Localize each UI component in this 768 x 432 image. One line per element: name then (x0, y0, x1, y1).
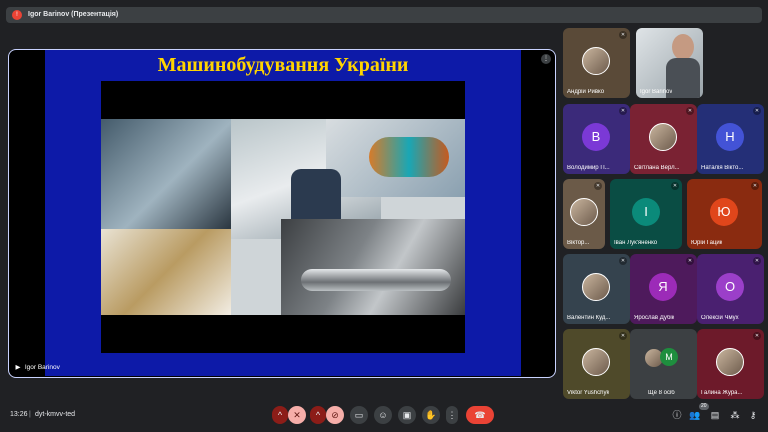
avatar: І (632, 198, 660, 226)
presentation-stage[interactable]: Машинобудування України ⋮ ▶ Igor Barinov (8, 49, 556, 378)
participant-name: Олексій Чмух (701, 315, 739, 321)
mic-off-icon: ✕ (753, 332, 761, 340)
mic-off-icon: ✕ (594, 182, 602, 190)
participant-tile[interactable]: Ю ✕ Юрій Гацик (687, 179, 762, 249)
participant-tile[interactable]: Я ✕ Ярослав Дубік (630, 254, 697, 324)
participant-tile[interactable]: ✕ Валентин Куд... (563, 254, 630, 324)
info-icon[interactable]: ⓘ (670, 408, 684, 422)
participant-name: Ярослав Дубік (634, 315, 675, 321)
participant-name: Галина Жура... (701, 390, 743, 396)
alert-icon: ! (12, 10, 22, 20)
mic-off-icon: ✕ (619, 332, 627, 340)
camera-off-icon[interactable]: ⊘ (326, 406, 344, 424)
participant-video-face (672, 34, 694, 60)
participant-tile[interactable]: О ✕ Олексій Чмух (697, 254, 764, 324)
presentation-title: Igor Barinov (Презентація) (28, 11, 119, 18)
participant-name: Світлана Верл... (634, 165, 680, 171)
mic-off-icon: ✕ (686, 257, 694, 265)
captions-icon[interactable]: ▭ (350, 406, 368, 424)
mic-off-icon: ✕ (751, 182, 759, 190)
participant-tile[interactable]: ✕ Світлана Верл... (630, 104, 697, 174)
parts-image (101, 229, 231, 315)
top-bar: ! Igor Barinov (Презентація) (0, 0, 768, 28)
avatar (582, 47, 610, 75)
participant-tile[interactable]: ✕ Андрій Ривко (563, 28, 630, 98)
activities-icon[interactable]: ⁂ (728, 408, 742, 422)
participant-tile[interactable]: В ✕ Володимир П... (563, 104, 630, 174)
more-vert-icon[interactable]: ⋮ (446, 406, 458, 424)
avatar (582, 273, 610, 301)
more-participants-tile[interactable]: M Ще 8 осіб (630, 329, 697, 399)
mic-off-icon[interactable]: ✕ (288, 406, 306, 424)
participant-name: Валентин Куд... (567, 315, 611, 321)
more-participants-label: Ще 8 осіб (648, 390, 675, 396)
participant-tile[interactable]: ✕ Віктор... (563, 179, 605, 249)
participant-name: Наталія Вікто... (701, 165, 744, 171)
clock: 13:26 (10, 411, 28, 418)
mic-off-icon: ✕ (686, 107, 694, 115)
avatar (716, 348, 744, 376)
bottom-bar: 13:26 | dyt-kmvv-ted ^ ✕ ^ ⊘ ▭ ☺ ▣ ✋ ⋮ ☎… (0, 400, 768, 432)
mic-options-button[interactable]: ^ (272, 406, 288, 424)
stage-options-icon[interactable]: ⋮ (541, 54, 551, 64)
slide-photo-frame (101, 81, 465, 353)
emoji-icon[interactable]: ☺ (374, 406, 392, 424)
participant-name: Viktor Yushchyk (567, 390, 610, 396)
slide: Машинобудування України (45, 50, 521, 376)
avatar: M (660, 348, 678, 366)
participant-name: Володимир П... (567, 165, 610, 171)
participant-name: Igor Barinov (640, 89, 673, 95)
participant-name: Віктор... (567, 240, 590, 246)
shaft-image (301, 269, 451, 291)
present-icon[interactable]: ▣ (398, 406, 416, 424)
present-indicator-icon: ▶ (15, 364, 21, 371)
camera-options-button[interactable]: ^ (310, 406, 326, 424)
mic-off-icon: ✕ (619, 31, 627, 39)
participant-tile[interactable]: І ✕ Іван Лук'яненко (610, 179, 682, 249)
mic-off-icon: ✕ (753, 107, 761, 115)
avatar (570, 198, 598, 226)
participant-name: Юрій Гацик (691, 240, 723, 246)
mic-off-icon: ✕ (753, 257, 761, 265)
participant-tile-video[interactable]: Igor Barinov (636, 28, 703, 98)
slide-title: Машинобудування України (157, 54, 409, 76)
mic-off-icon: ✕ (619, 257, 627, 265)
presentation-banner[interactable]: ! Igor Barinov (Презентація) (6, 7, 762, 23)
avatar (649, 123, 677, 151)
avatar (582, 348, 610, 376)
mic-off-icon: ✕ (619, 107, 627, 115)
participant-name: Андрій Ривко (567, 89, 605, 95)
participant-name: Іван Лук'яненко (614, 240, 658, 246)
presenter-tag: ▶ Igor Barinov (13, 363, 60, 373)
engine-rotor-image (369, 137, 449, 177)
lathe-image (281, 219, 465, 315)
participant-tile[interactable]: ✕ Viktor Yushchyk (563, 329, 630, 399)
avatar: Н (716, 123, 744, 151)
host-controls-icon[interactable]: ⚷ (746, 408, 760, 422)
chat-icon[interactable]: ▤ (708, 408, 722, 422)
mic-off-icon: ✕ (671, 182, 679, 190)
slide-collage-image (101, 119, 465, 315)
participant-tile[interactable]: ✕ Галина Жура... (697, 329, 764, 399)
end-call-icon[interactable]: ☎ (466, 406, 494, 424)
people-icon[interactable]: 👥 (688, 408, 702, 422)
avatar: Ю (710, 198, 738, 226)
avatar: Я (649, 273, 677, 301)
avatar: В (582, 123, 610, 151)
separator: | (29, 411, 31, 418)
presenter-name: Igor Barinov (24, 364, 60, 371)
raise-hand-icon[interactable]: ✋ (422, 406, 440, 424)
meeting-code: dyt-kmvv-ted (35, 411, 76, 418)
participant-tile[interactable]: Н ✕ Наталія Вікто... (697, 104, 764, 174)
avatar: О (716, 273, 744, 301)
